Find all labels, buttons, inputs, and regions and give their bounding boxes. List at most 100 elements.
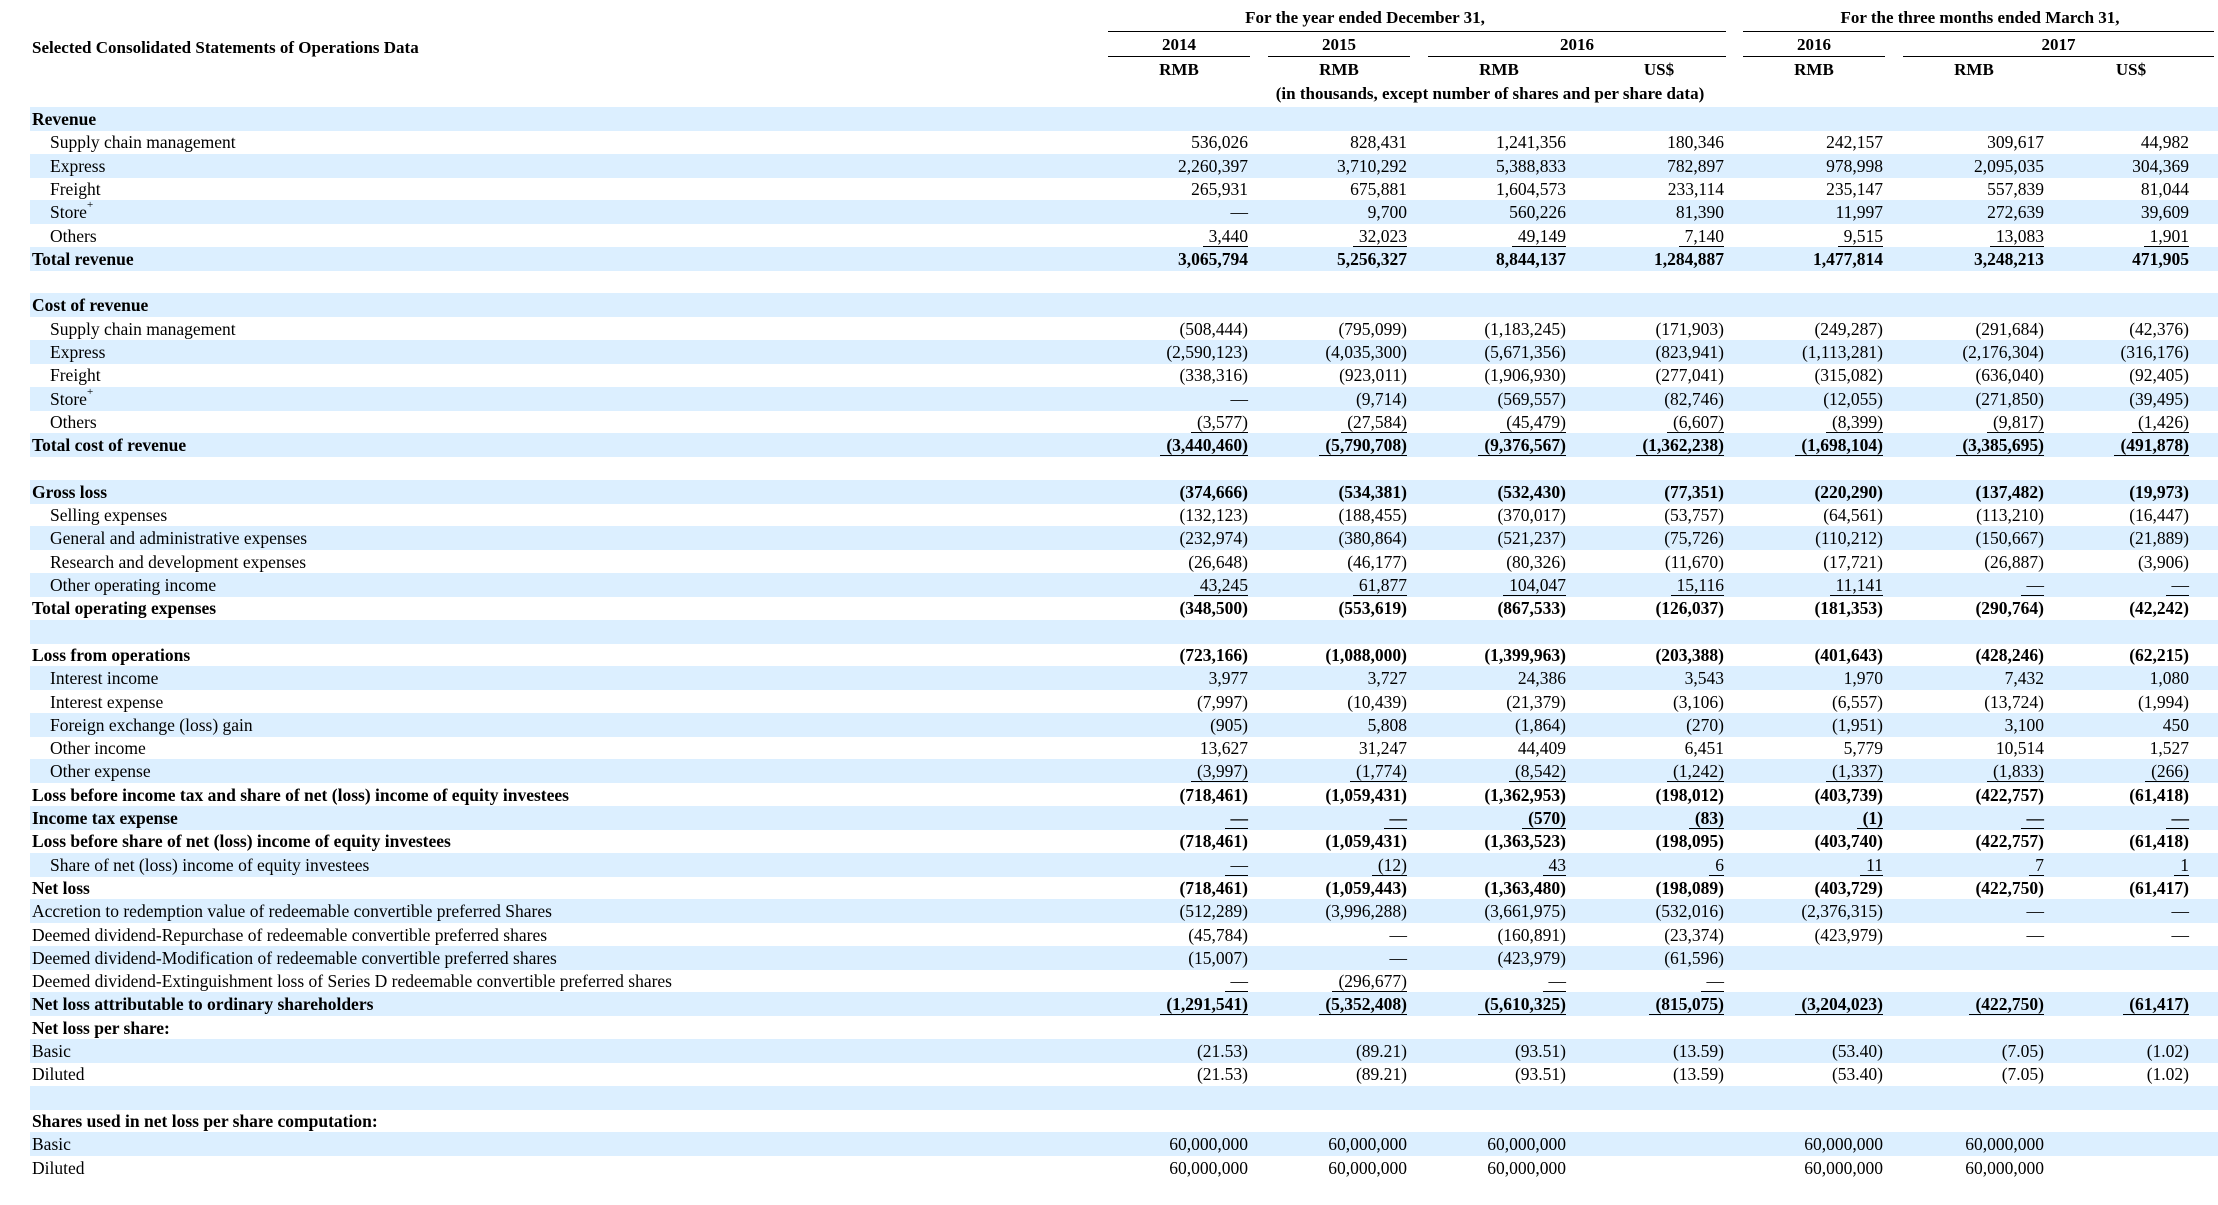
value-cell: (89.21) <box>1257 1062 1407 1086</box>
value-cell: (1,906,930) <box>1416 363 1566 387</box>
value-text: (45,784) <box>1188 924 1248 945</box>
value-cell: (160,891) <box>1416 923 1566 947</box>
row-label: Total cost of revenue <box>32 433 186 457</box>
value-cell: (3,577) <box>1098 410 1248 434</box>
value-text: — <box>2171 924 2190 945</box>
value-cell: (508,444) <box>1098 317 1248 341</box>
table-row: Express 2,260,397 3,710,292 5,388,833 782,89… <box>30 153 2218 178</box>
value-cell: (21,379) <box>1416 690 1566 714</box>
value-cell: 49,149 <box>1416 224 1566 248</box>
value-text: (9,714) <box>1355 388 1407 409</box>
value-cell: (1,059,431) <box>1257 829 1407 853</box>
value-cell <box>1574 457 1724 481</box>
value-text: (723,166) <box>1179 644 1248 665</box>
row-label: Selling expenses <box>50 503 167 527</box>
value-cell: (403,740) <box>1733 829 1883 853</box>
value-cell: 60,000,000 <box>1894 1132 2044 1156</box>
value-text: 24,386 <box>1517 668 1566 689</box>
table-row: Supply chain management (508,444) (795,099… <box>30 317 2218 341</box>
value-cell: 81,044 <box>2039 177 2189 201</box>
value-text: (422,750) <box>1969 994 2044 1016</box>
value-text: 3,710,292 <box>1337 155 1407 176</box>
value-text: 60,000,000 <box>1804 1157 1883 1178</box>
value-cell: (249,287) <box>1733 317 1883 341</box>
value-cell: 43,245 <box>1098 573 1248 597</box>
value-text: 235,147 <box>1826 178 1883 199</box>
row-label: Others <box>50 224 97 248</box>
header-currency-1: RMB <box>1159 60 1199 79</box>
row-label-text: Deemed dividend-Extinguishment loss of S… <box>32 971 672 992</box>
value-cell: — <box>2039 899 2190 923</box>
value-cell <box>1257 620 1407 644</box>
value-text: (3,997) <box>1190 761 1248 783</box>
value-text: 5,388,833 <box>1496 155 1566 176</box>
value-text: (1.02) <box>2146 1041 2189 1061</box>
value-cell: — <box>1894 806 2044 830</box>
value-cell <box>1098 1016 1248 1040</box>
table-row: Shares used in net loss per share comput… <box>30 1109 2218 1133</box>
value-cell <box>2039 1156 2189 1180</box>
value-text: (1,088,000) <box>1325 644 1407 665</box>
value-text: (534,381) <box>1338 481 1407 502</box>
value-cell: (1,059,431) <box>1257 783 1407 807</box>
value-text: 5,808 <box>1367 714 1407 735</box>
value-text: (7.05) <box>2001 1064 2044 1085</box>
value-text: (1,362,238) <box>1636 435 1724 457</box>
value-cell: (3,440,460) <box>1098 433 1248 457</box>
value-text: 43,245 <box>1193 575 1248 596</box>
value-cell: (401,643) <box>1733 643 1883 667</box>
value-text: (26,648) <box>1188 551 1248 572</box>
value-text: 81,390 <box>1675 202 1724 223</box>
table-row: Loss before share of net (loss) income o… <box>30 829 2218 853</box>
row-label: Basic <box>32 1039 71 1063</box>
value-cell: 471,905 <box>2039 247 2189 271</box>
value-cell: 11 <box>1733 853 1883 877</box>
value-cell <box>1894 457 2044 481</box>
row-label-text: Net loss attributable to ordinary shareh… <box>32 994 374 1015</box>
value-cell: 1,901 <box>2039 224 2189 248</box>
value-cell: 675,881 <box>1257 177 1407 201</box>
value-text: (53.40) <box>1831 1041 1883 1061</box>
row-label-text: Supply chain management <box>50 318 236 339</box>
value-cell <box>2039 107 2189 131</box>
value-text: (61,417) <box>2129 877 2189 898</box>
row-label-text: Foreign exchange (loss) gain <box>50 714 253 735</box>
header-currency-5: RMB <box>1794 60 1834 79</box>
row-label-text: Diluted <box>32 1064 85 1085</box>
value-text: (3,106) <box>1672 691 1724 712</box>
table-row: Others 3,440 32,023 49,149 7,140 9,515 13,083 1… <box>30 224 2218 248</box>
table-row: Net loss per share: <box>30 1016 2218 1040</box>
value-cell: (198,012) <box>1574 783 1724 807</box>
value-cell: (1,363,480) <box>1416 876 1566 900</box>
value-text: (198,095) <box>1655 831 1724 852</box>
value-cell: (422,750) <box>1894 876 2044 900</box>
value-cell: (26,887) <box>1894 550 2044 574</box>
row-label-text: Share of net (loss) income of equity inv… <box>50 854 370 875</box>
value-cell: 3,710,292 <box>1257 154 1407 178</box>
value-text: (249,287) <box>1814 318 1883 339</box>
value-cell: (13,724) <box>1894 690 2044 714</box>
value-text: 8,844,137 <box>1496 248 1566 269</box>
value-cell: 60,000,000 <box>1257 1132 1407 1156</box>
value-text: (10,439) <box>1347 691 1407 712</box>
value-text: 11 <box>1860 855 1883 876</box>
row-label-text: Other income <box>50 738 146 759</box>
table-row: Loss from operations (723,166) (1,088,000)… <box>30 643 2218 667</box>
value-cell: — <box>1894 899 2045 923</box>
header-year-rule-2014 <box>1108 56 1250 57</box>
value-text: (89.21) <box>1355 1064 1407 1085</box>
value-text: 304,369 <box>2132 155 2189 176</box>
value-cell: (1,362,238) <box>1574 433 1724 457</box>
value-text: (13.59) <box>1672 1041 1724 1061</box>
table-spacer-row <box>30 1085 2218 1110</box>
table-row: Net loss attributable to ordinary shareh… <box>30 992 2218 1017</box>
header-quarter-rule-2016 <box>1743 56 1885 57</box>
value-text: 3,727 <box>1367 668 1407 689</box>
row-label: Total operating expenses <box>32 596 216 620</box>
value-text: (42,242) <box>2129 598 2189 619</box>
value-cell: — <box>1257 946 1408 970</box>
row-label: Deemed dividend-Repurchase of redeemable… <box>32 923 547 947</box>
value-text: 39,609 <box>2140 202 2189 223</box>
value-cell: (45,784) <box>1098 923 1248 947</box>
table-row: Total operating expenses (348,500) (553,61… <box>30 596 2218 620</box>
